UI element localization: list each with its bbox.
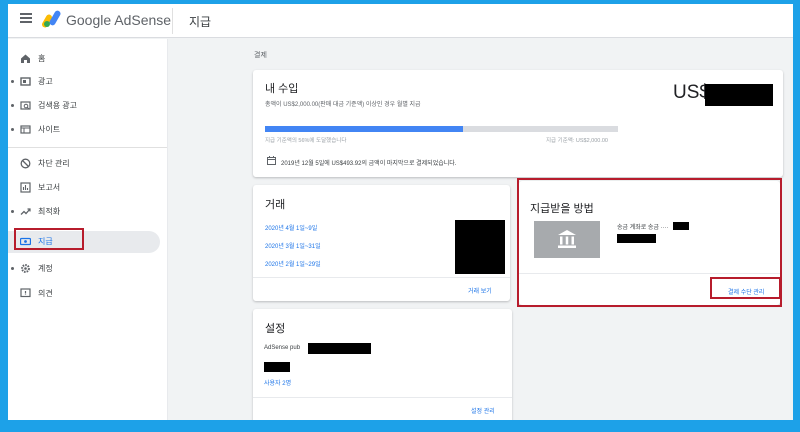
sidebar-item-label: 최적화: [38, 207, 61, 216]
last-payment-text: 2019년 12월 5일에 US$493.92의 금액이 마지막으로 결제되었습…: [281, 161, 457, 167]
transactions-title: 거래: [265, 199, 286, 211]
menu-icon[interactable]: [20, 13, 32, 23]
search-ads-icon: [20, 101, 31, 110]
manage-settings-button[interactable]: 설정 관리: [471, 406, 495, 415]
calendar-icon: [267, 156, 276, 165]
optimization-icon: [20, 208, 31, 215]
sidebar-item-sites[interactable]: 사이트: [8, 119, 160, 141]
block-icon: [20, 158, 31, 169]
settings-title: 설정: [265, 323, 286, 335]
bullet-icon: [11, 210, 14, 213]
sidebar-item-account[interactable]: 계정: [8, 258, 160, 280]
sidebar-item-label: 의견: [38, 289, 53, 298]
sidebar-item-label: 계정: [38, 264, 53, 273]
ads-icon: [20, 77, 31, 86]
payment-threshold-progress: [265, 126, 618, 132]
redacted-transaction-amounts: [455, 220, 505, 274]
progress-right-label: 지급 기준액: US$2,000.00: [546, 138, 608, 144]
redacted-publisher-id: [308, 343, 371, 354]
top-bar: Google AdSense 지급: [8, 4, 793, 38]
redacted-setting: [264, 362, 290, 372]
progress-left-label: 지급 기준액의 56%에 도달했습니다: [265, 138, 347, 144]
earnings-title: 내 수입: [265, 83, 299, 95]
manage-button-highlight-box: [710, 277, 781, 299]
home-icon: [21, 54, 30, 63]
view-transactions-button[interactable]: 거래 보기: [468, 286, 492, 295]
brand-name: Google AdSense: [66, 12, 172, 28]
transaction-link[interactable]: 2020년 2월 1일~29일: [265, 259, 321, 268]
sidebar-item-label: 광고: [38, 77, 53, 86]
bullet-icon: [11, 128, 14, 131]
sidebar-item-blocking[interactable]: 차단 관리: [8, 153, 160, 175]
sidebar-item-home[interactable]: 홈: [8, 48, 160, 70]
sidebar-item-reports[interactable]: 보고서: [8, 177, 160, 199]
bullet-icon: [11, 267, 14, 270]
sidebar-item-optimization[interactable]: 최적화: [8, 201, 160, 223]
sidebar-item-label: 사이트: [38, 125, 61, 134]
reports-icon: [20, 182, 31, 193]
transactions-card: 거래 2020년 4월 1일~9일 2020년 3월 1일~31일 2020년 …: [253, 185, 510, 301]
breadcrumb: 결제: [254, 52, 267, 59]
progress-fill: [265, 126, 463, 132]
sidebar-item-label: 검색용 광고: [38, 101, 78, 110]
sidebar-item-feedback[interactable]: 의견: [8, 283, 160, 305]
feedback-icon: [20, 288, 31, 298]
users-link[interactable]: 사용자 2명: [264, 378, 291, 387]
sidebar: 홈 광고 검색용 광고 사이트 차단 관리 보고서 최적화 지급 계정 의견: [8, 39, 168, 420]
transaction-link[interactable]: 2020년 3월 1일~31일: [265, 241, 321, 250]
sites-icon: [20, 125, 31, 134]
settings-card: 설정 AdSense pub 사용자 2명 설정 관리: [253, 309, 512, 420]
card-divider: [253, 397, 512, 398]
publisher-id-label: AdSense pub: [264, 345, 301, 351]
sidebar-item-label: 홈: [38, 54, 46, 63]
adsense-logo-icon: [42, 10, 61, 28]
page-title: 지급: [189, 15, 212, 29]
transaction-link[interactable]: 2020년 4월 1일~9일: [265, 223, 317, 232]
sidebar-item-search-ads[interactable]: 검색용 광고: [8, 95, 160, 117]
app-window: Google AdSense 지급 홈 광고 검색용 광고 사이트 차단 관리: [8, 4, 793, 420]
topbar-divider: [172, 8, 173, 34]
sidebar-divider: [8, 147, 167, 148]
payments-highlight-box: [14, 228, 84, 250]
sidebar-item-label: 보고서: [38, 183, 61, 192]
gear-icon: [21, 264, 30, 273]
card-divider: [253, 277, 510, 278]
redacted-amount: [705, 84, 773, 106]
earnings-card: 내 수입 총액이 US$2,000.00(판매 대금 기준액) 이상인 경우 월…: [253, 70, 783, 177]
bullet-icon: [11, 80, 14, 83]
sidebar-item-label: 차단 관리: [38, 159, 70, 168]
earnings-subtitle: 총액이 US$2,000.00(판매 대금 기준액) 이상인 경우 월별 지급: [265, 102, 421, 108]
sidebar-item-ads[interactable]: 광고: [8, 71, 160, 93]
bullet-icon: [11, 104, 14, 107]
